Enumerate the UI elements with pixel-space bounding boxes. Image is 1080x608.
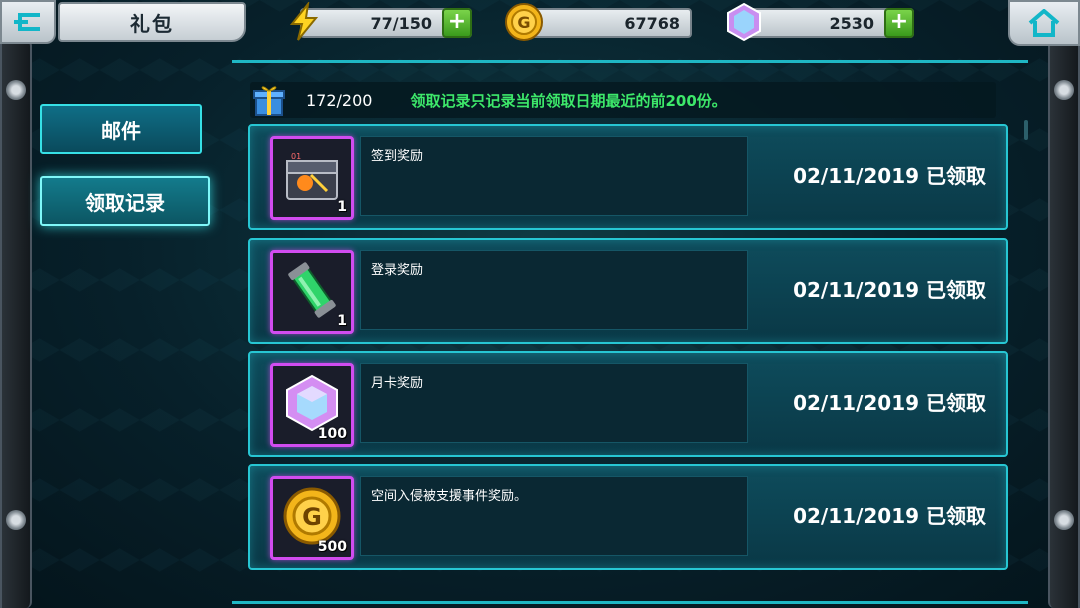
reward-title: 空间入侵被支援事件奖励。 — [371, 489, 528, 504]
reward-quantity: 1 — [337, 313, 347, 329]
svg-text:G: G — [517, 13, 530, 32]
back-button[interactable] — [0, 0, 56, 44]
reward-title: 登录奖励 — [371, 263, 424, 278]
gem-counter: 2530 + — [740, 8, 914, 38]
reward-quantity: 1 — [337, 199, 347, 215]
claim-status: 02/11/2019 已领取 — [793, 278, 986, 302]
gold-coin-icon: G — [505, 3, 543, 41]
gold-value: 67768 — [624, 13, 680, 33]
claim-status: 02/11/2019 已领取 — [793, 164, 986, 188]
reward-title: 月卡奖励 — [371, 376, 424, 391]
energy-counter: 77/150 + — [300, 8, 472, 38]
record-row: 1 登录奖励 02/11/2019 已领取 — [248, 238, 1008, 344]
reward-description: 签到奖励 — [360, 136, 748, 216]
info-bar: 172/200 领取记录只记录当前领取日期最近的前200份。 — [250, 82, 996, 118]
frame-bolt — [6, 510, 26, 530]
home-icon — [1028, 9, 1060, 37]
svg-text:G: G — [302, 503, 322, 531]
record-notice: 领取记录只记录当前领取日期最近的前200份。 — [410, 91, 727, 110]
energy-value: 77/150 — [370, 13, 432, 33]
reward-description: 登录奖励 — [360, 250, 748, 330]
gem-icon — [286, 374, 338, 432]
page-title: 礼包 — [58, 2, 246, 42]
gold-coin-icon: G — [283, 487, 341, 545]
record-row: G 500 空间入侵被支援事件奖励。 02/11/2019 已领取 — [248, 464, 1008, 570]
claim-status: 02/11/2019 已领取 — [793, 391, 986, 415]
svg-text:01: 01 — [291, 152, 301, 161]
reward-title: 签到奖励 — [371, 149, 424, 164]
add-gems-button[interactable]: + — [884, 8, 914, 38]
record-row: 100 月卡奖励 02/11/2019 已领取 — [248, 351, 1008, 457]
home-button[interactable] — [1008, 0, 1080, 46]
left-frame — [0, 40, 32, 608]
tab-mail[interactable]: 邮件 — [40, 104, 202, 154]
lightning-icon — [289, 2, 319, 41]
record-count: 172/200 — [306, 90, 373, 110]
reward-quantity: 100 — [317, 426, 347, 442]
gift-icon — [253, 86, 285, 116]
gem-value: 2530 — [829, 13, 874, 33]
reward-description: 月卡奖励 — [360, 363, 748, 443]
frame-bolt — [6, 80, 26, 100]
reward-item-slot[interactable]: G 500 — [270, 476, 354, 560]
green-capsule-icon — [288, 262, 336, 318]
treasure-box-icon: 01 — [286, 152, 338, 200]
scrollbar[interactable] — [1024, 120, 1028, 140]
record-row: 01 1 签到奖励 02/11/2019 已领取 — [248, 124, 1008, 230]
reward-item-slot[interactable]: 01 1 — [270, 136, 354, 220]
back-arrow-icon — [14, 13, 40, 31]
reward-quantity: 500 — [317, 539, 347, 555]
frame-bolt — [1054, 510, 1074, 530]
gold-counter: 67768 — [518, 8, 692, 38]
right-frame — [1048, 40, 1080, 608]
frame-bolt — [1054, 80, 1074, 100]
add-energy-button[interactable]: + — [442, 8, 472, 38]
claim-status: 02/11/2019 已领取 — [793, 504, 986, 528]
gem-icon — [727, 2, 761, 42]
top-bar: 礼包 77/150 + 67768 G 2530 + — [0, 0, 1080, 46]
reward-item-slot[interactable]: 1 — [270, 250, 354, 334]
reward-item-slot[interactable]: 100 — [270, 363, 354, 447]
tab-claim-history[interactable]: 领取记录 — [40, 176, 210, 226]
reward-description: 空间入侵被支援事件奖励。 — [360, 476, 748, 556]
